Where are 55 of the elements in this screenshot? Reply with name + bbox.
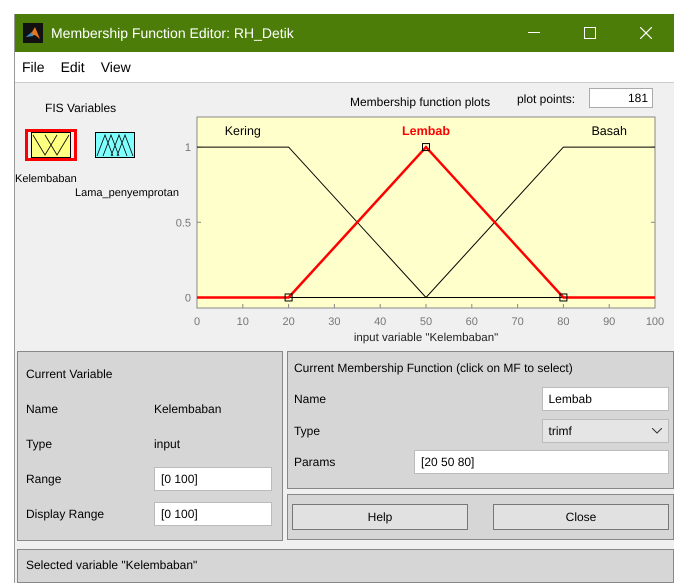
- field-label: Name: [26, 402, 60, 416]
- dialog-button[interactable]: Help: [292, 504, 468, 530]
- plot-title: Membership function plots: [350, 95, 490, 109]
- plot-points-label: plot points:: [517, 92, 576, 106]
- chevron-down-icon: [652, 428, 662, 434]
- app-logo-icon: [23, 23, 43, 43]
- axis-tick-label: 50: [420, 316, 432, 328]
- field-label: Params: [294, 455, 336, 469]
- plot-points-field[interactable]: 181: [589, 88, 653, 108]
- mf-type-dropdown[interactable]: trimf: [542, 419, 669, 443]
- axis-tick-label: 100: [646, 316, 664, 328]
- variable-label: Lama_penyemprotan: [75, 187, 179, 199]
- panel-title: Current Variable: [26, 366, 114, 380]
- curve-label: Basah: [591, 124, 627, 138]
- axis-tick-label: 20: [282, 316, 295, 328]
- dialog-button[interactable]: Close: [493, 504, 669, 530]
- section-title: FIS Variables: [45, 101, 116, 115]
- axis-tick-label: 0.5: [176, 217, 191, 230]
- field-label: Display Range: [26, 506, 106, 520]
- field-label: Name: [294, 392, 328, 406]
- status-text: Selected variable "Kelembaban": [26, 558, 198, 572]
- axis-label: input variable "Kelembaban": [354, 332, 498, 344]
- axis-tick-label: 30: [328, 316, 341, 328]
- display-range-field[interactable]: [0 100]: [154, 502, 272, 526]
- variable-label: Kelembaban: [15, 173, 77, 185]
- variable-name: Kelembaban: [154, 402, 222, 416]
- membership-icon: [31, 132, 71, 158]
- range-field[interactable]: [0 100]: [154, 466, 272, 490]
- menu-item[interactable]: File: [15, 55, 52, 79]
- variable-button[interactable]: [25, 129, 77, 161]
- field-label: Type: [294, 424, 322, 438]
- mf-name-field[interactable]: Lembab: [542, 387, 669, 411]
- variable-type: input: [154, 436, 182, 450]
- panel-title: Current Membership Function (click on MF to select): [294, 361, 574, 375]
- curve-label: Kering: [224, 124, 261, 138]
- axis-tick-label: 80: [557, 316, 570, 328]
- close-icon: [640, 27, 652, 39]
- curve-label: Lembab: [402, 124, 450, 138]
- axis-tick-label: 90: [603, 316, 616, 328]
- maximize-icon: [584, 27, 596, 39]
- axis-tick-label: 0: [184, 292, 191, 304]
- axis-tick-label: 10: [236, 316, 249, 328]
- params-field[interactable]: [20 50 80]: [414, 450, 669, 474]
- axis-tick-label: 60: [466, 316, 478, 328]
- axis-tick-label: 70: [511, 316, 524, 328]
- field-label: Range: [26, 472, 62, 486]
- field-label: Type: [26, 436, 54, 450]
- axis-tick-label: 40: [374, 316, 386, 328]
- axis-tick-label: 0: [194, 316, 200, 328]
- menu-item[interactable]: View: [94, 55, 138, 79]
- minimize-icon: [528, 32, 540, 34]
- membership-icon: [95, 132, 135, 158]
- menu-item[interactable]: Edit: [54, 55, 92, 79]
- axis-tick-label: 1: [184, 142, 191, 154]
- window-title: Membership Function Editor: RH_Detik: [51, 25, 295, 41]
